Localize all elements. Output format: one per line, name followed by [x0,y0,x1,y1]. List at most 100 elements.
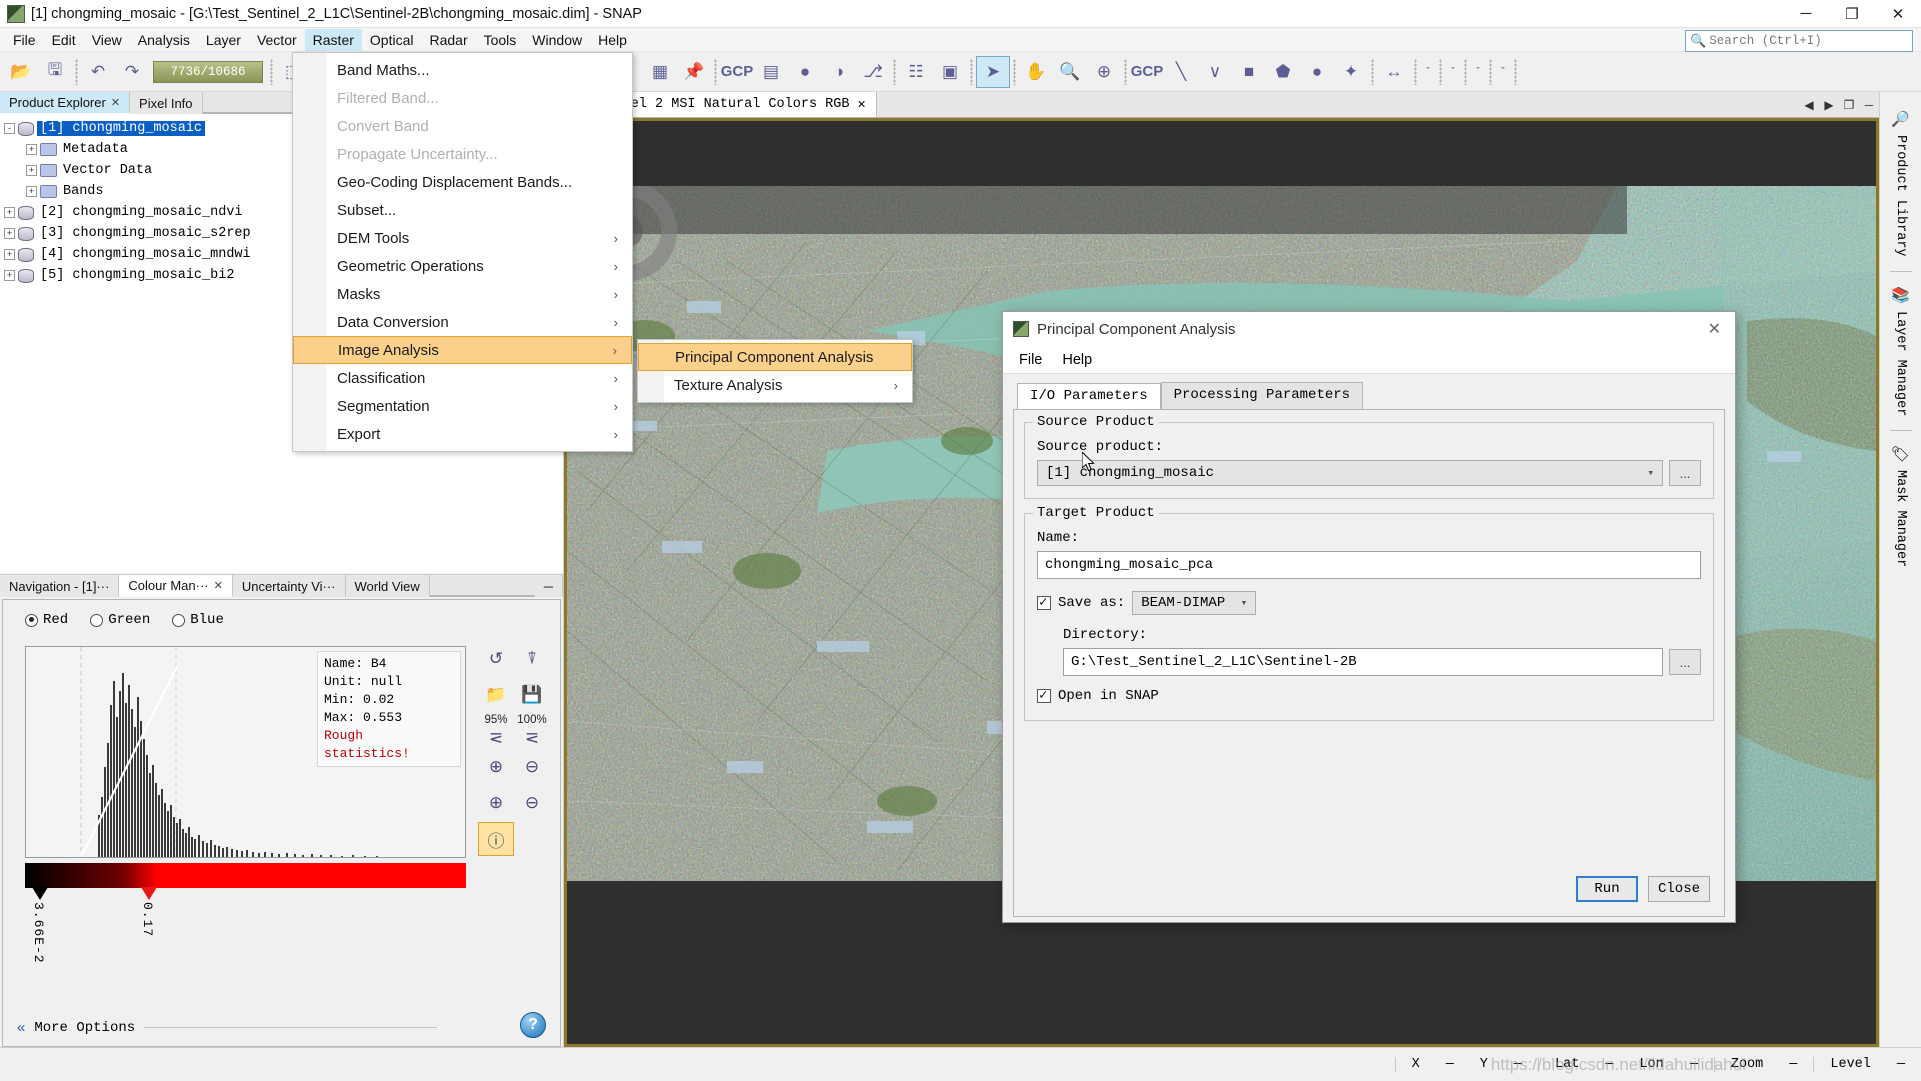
colour-gradient-bar[interactable] [25,863,466,888]
format-select[interactable]: BEAM-DIMAP ▾ [1132,591,1257,615]
menu-optical[interactable]: Optical [362,29,422,51]
minimize-view-icon[interactable]: ─ [1859,92,1879,117]
raster-menu-item-subset[interactable]: Subset... [293,196,632,224]
toolbar-overflow-chevron-icon[interactable]: ˇ [1420,57,1436,87]
show-extra-info-icon[interactable]: ⓘ [478,822,514,856]
select-tool-icon[interactable]: ➤ [976,55,1010,88]
right-tab-product-library[interactable]: 🔎 Product Library [1891,102,1910,265]
search-input[interactable]: 🔍 Search (Ctrl+I) [1685,30,1913,52]
target-name-input[interactable]: chongming_mosaic_pca [1037,551,1701,579]
pan-tool-icon[interactable]: ✋ [1019,56,1053,88]
menu-analysis[interactable]: Analysis [130,29,198,51]
stretch-100-icon[interactable]: ⋜ [514,728,550,748]
radio-blue[interactable]: Blue [172,612,224,628]
radio-green[interactable]: Green [90,612,150,628]
submenu-item-principal-component-analysis[interactable]: Principal Component Analysis [638,343,912,371]
radio-red[interactable]: Red [25,612,68,628]
pca-menu-help[interactable]: Help [1054,350,1100,370]
zoom-out-vertical-icon[interactable]: ⊖ [514,750,550,784]
ellipse-drawing-icon[interactable]: ● [1300,56,1334,88]
raster-menu-item-data-conversion[interactable]: Data Conversion › [293,308,632,336]
gcp-overlay-icon[interactable]: ● [788,56,822,88]
histogram-plot[interactable]: Name: B4 Unit: null Min: 0.02 Max: 0.553… [25,646,466,858]
directory-input[interactable]: G:\Test_Sentinel_2_L1C\Sentinel-2B [1063,648,1663,676]
menu-layer[interactable]: Layer [198,29,249,51]
run-button[interactable]: Run [1576,876,1638,902]
close-icon[interactable]: ✕ [857,96,865,113]
tree-expander[interactable]: + [4,270,15,281]
source-product-select[interactable]: [1] chongming_mosaic ▾ [1037,460,1663,486]
tab-colour-man-[interactable]: Colour Man··· ✕ [119,575,233,597]
menu-radar[interactable]: Radar [421,29,475,51]
tree-expander[interactable]: + [4,249,15,260]
menu-raster[interactable]: Raster [304,28,362,51]
polyline-drawing-icon[interactable]: ∨ [1198,56,1232,88]
tab-io-parameters[interactable]: I/O Parameters [1017,383,1161,410]
mask-overlay-icon[interactable]: ◑ [822,56,856,88]
tree-item-label[interactable]: [3] chongming_mosaic_s2rep [37,226,254,241]
open-in-snap-checkbox[interactable] [1037,687,1051,704]
menu-tools[interactable]: Tools [476,29,525,51]
pin-overlay-icon[interactable]: 📌 [677,56,711,88]
tab-uncertainty-vi-[interactable]: Uncertainty Vi··· [232,575,346,597]
zoom-out-horizontal-icon[interactable]: ⊖ [514,786,550,820]
raster-menu-item-geometric-operations[interactable]: Geometric Operations › [293,252,632,280]
gcp-placing-tool-icon[interactable]: GCP [1130,56,1164,88]
close-icon[interactable]: ✕ [214,579,223,592]
toolbar-overflow-chevron-icon[interactable]: ˇ [1445,57,1461,87]
export-palette-icon[interactable]: 💾 [514,678,550,712]
multi-apply-icon[interactable]: ⍒ [514,642,550,676]
max-slider-handle[interactable] [141,887,157,900]
tab-product-explorer[interactable]: Product Explorer ✕ [0,92,131,114]
tree-expander[interactable]: + [26,165,37,176]
line-drawing-icon[interactable]: ╲ [1164,56,1198,88]
polygon-drawing-icon[interactable]: ⬟ [1266,56,1300,88]
save-product-icon[interactable]: 🖫 [38,56,72,88]
zoom-in-horizontal-icon[interactable]: ⊕ [478,786,514,820]
tab-world-view[interactable]: World View [345,575,430,597]
import-palette-icon[interactable]: 📁 [478,678,514,712]
toolbar-overflow-chevron-icon[interactable]: ˇ [1470,57,1486,87]
reset-icon[interactable]: ↺ [478,642,514,676]
raster-menu-item-dem-tools[interactable]: DEM Tools › [293,224,632,252]
tree-expander[interactable]: - [4,123,15,134]
directory-browse-button[interactable]: ... [1669,649,1701,675]
rectangle-drawing-icon[interactable]: ■ [1232,56,1266,88]
pca-menu-file[interactable]: File [1011,350,1050,370]
tab-navigation-1-[interactable]: Navigation - [1]··· [0,575,120,597]
menu-file[interactable]: File [5,29,44,51]
help-icon[interactable]: ? [520,1012,546,1038]
right-tab-mask-manager[interactable]: 🏷 Mask Manager [1891,437,1910,575]
more-options-toggle[interactable]: « More Options [17,1019,437,1036]
tree-item-label[interactable]: [1] chongming_mosaic [37,121,206,136]
close-icon[interactable]: ✕ [111,96,120,109]
magic-wand-icon[interactable]: ✦ [1334,56,1368,88]
raster-menu-item-image-analysis[interactable]: Image Analysis › [293,336,632,364]
graph-builder-icon[interactable]: ⎇ [856,56,890,88]
tab-processing-parameters[interactable]: Processing Parameters [1160,382,1364,409]
raster-menu-item-export[interactable]: Export › [293,420,632,448]
zoom-in-vertical-icon[interactable]: ⊕ [478,750,514,784]
raster-menu-item-classification[interactable]: Classification › [293,364,632,392]
source-product-browse-button[interactable]: ... [1669,460,1701,486]
grid-overlay-icon[interactable]: ▤ [754,56,788,88]
tree-item-label[interactable]: [4] chongming_mosaic_mndwi [37,247,254,262]
raster-menu-item-masks[interactable]: Masks › [293,280,632,308]
scroll-right-icon[interactable]: ▶ [1819,92,1839,117]
minimize-dock-button[interactable]: ─ [534,575,563,597]
subset-icon[interactable]: ▣ [933,56,967,88]
tree-item-label[interactable]: [2] chongming_mosaic_ndvi [37,205,246,220]
graticule-overlay-icon[interactable]: ▦ [643,56,677,88]
menu-window[interactable]: Window [524,29,590,51]
menu-help[interactable]: Help [590,29,635,51]
tree-item-label[interactable]: Bands [60,184,107,199]
maximize-view-icon[interactable]: ❐ [1839,92,1859,117]
zoom-tool-icon[interactable]: 🔍 [1053,56,1087,88]
minimize-button[interactable]: ─ [1783,0,1829,28]
maximize-button[interactable]: ❐ [1829,0,1875,28]
tree-item-label[interactable]: Vector Data [60,163,155,178]
tree-expander[interactable]: + [4,207,15,218]
close-dialog-button[interactable]: Close [1648,876,1710,902]
tree-expander[interactable]: + [26,186,37,197]
tree-item-label[interactable]: [5] chongming_mosaic_bi2 [37,268,237,283]
